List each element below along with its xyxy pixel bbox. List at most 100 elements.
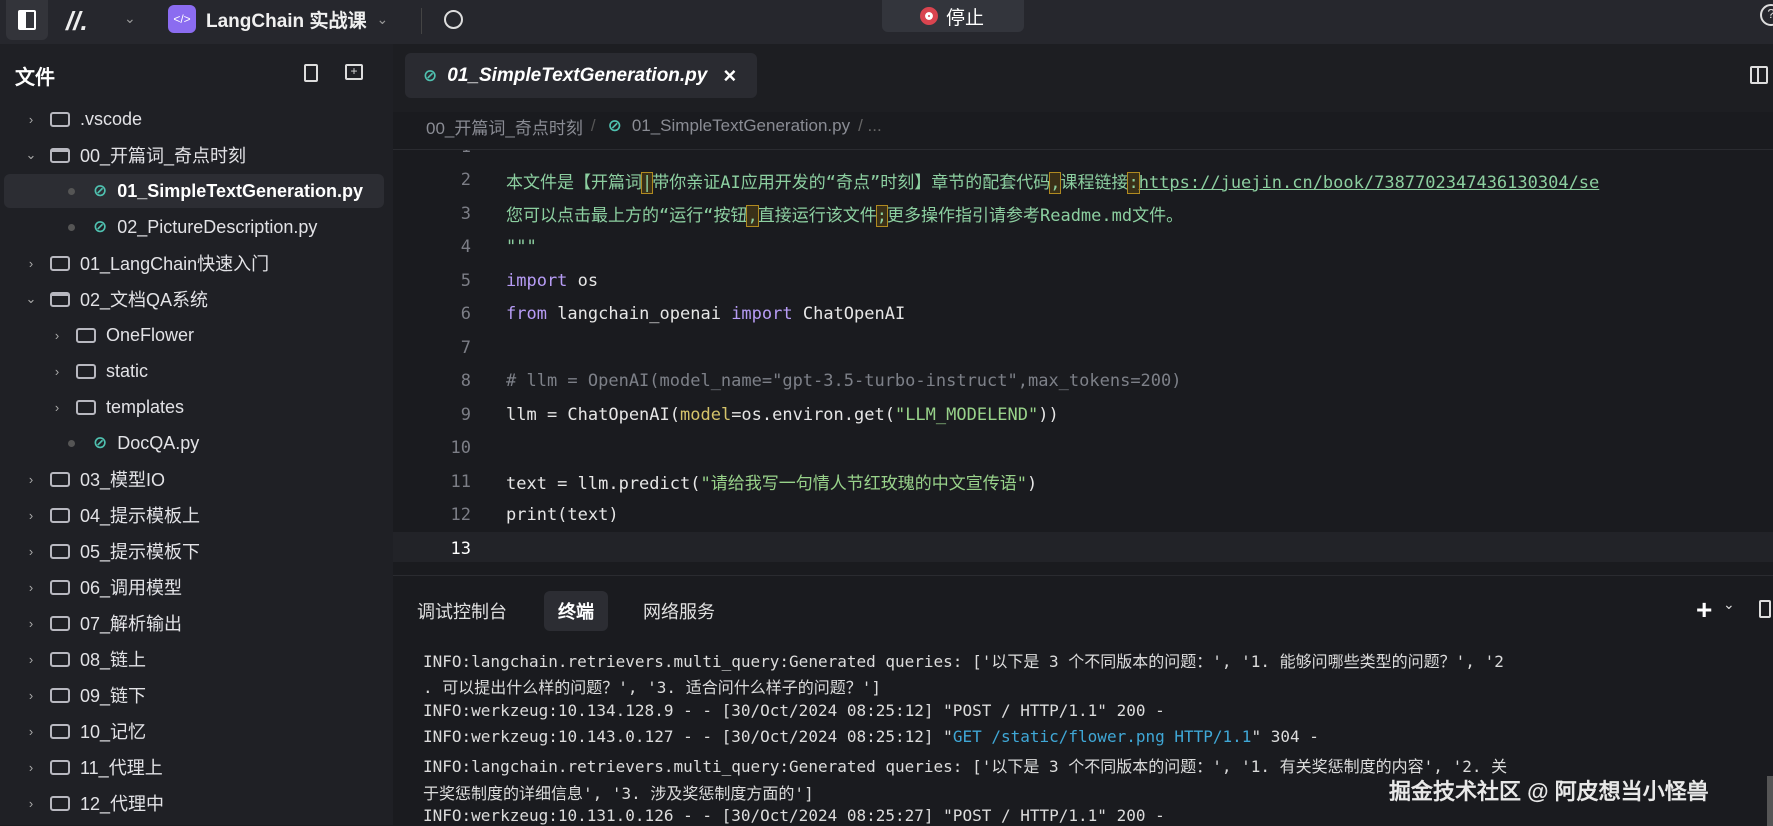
new-folder-icon[interactable]: + <box>345 64 363 80</box>
breadcrumb-more[interactable]: / ... <box>858 116 882 136</box>
line-number: 11 <box>450 471 471 492</box>
add-terminal-button[interactable]: + <box>1696 594 1712 626</box>
folder-icon <box>76 327 96 343</box>
tree-item[interactable]: › OneFlower <box>4 318 384 352</box>
terminal-line: INFO:werkzeug:10.131.0.126 - - [30/Oct/2… <box>423 806 1165 825</box>
tab-debug-console[interactable]: 调试控制台 <box>403 591 521 631</box>
chevron-right-icon: › <box>28 507 34 523</box>
code-line[interactable]: 3 您可以点击最上方的“运行“按钮,直接运行该文件;更多操作指引请参考Readme… <box>393 197 1773 230</box>
tree-item[interactable]: › .vscode <box>4 102 384 136</box>
tree-item[interactable]: › static <box>4 354 384 388</box>
tree-item[interactable]: › 09_链下 <box>4 678 384 712</box>
terminal-text: INFO:werkzeug:10.143.0.127 - - [30/Oct/2… <box>423 726 953 746</box>
close-icon[interactable]: × <box>723 63 736 89</box>
tree-item-label: 02_文档QA系统 <box>80 290 209 310</box>
tab-network-services[interactable]: 网络服务 <box>629 591 729 631</box>
code-text: from langchain_openai import ChatOpenAI <box>506 304 905 324</box>
tree-item[interactable]: › 03_模型IO <box>4 462 384 496</box>
code-line[interactable]: 13 <box>393 532 1773 562</box>
tree-item[interactable]: ⌄ 02_文档QA系统 <box>4 282 384 316</box>
code-token: model <box>680 404 732 425</box>
code-token: 更多操作指引请参考Readme.md文件。 <box>886 206 1184 226</box>
tree-item[interactable]: › 12_代理中 <box>4 786 384 820</box>
project-selector[interactable]: </> LangChain 实战课 ⌄ <box>168 5 388 33</box>
stop-button[interactable]: 停止 <box>882 0 1024 32</box>
tree-item[interactable]: › 08_链上 <box>4 642 384 676</box>
breadcrumb-file[interactable]: 01_SimpleTextGeneration.py <box>632 116 850 136</box>
tree-item-label: OneFlower <box>106 324 195 345</box>
code-area[interactable]: 12本文件是【开篇词|带你亲证AI应用开发的“奇点”时刻】章节的配套代码,课程链… <box>393 149 1773 562</box>
terminal-line: INFO:langchain.retrievers.multi_query:Ge… <box>423 753 1507 777</box>
terminal-text: GET /static/flower.png HTTP/1.1 <box>952 726 1252 746</box>
tree-item[interactable]: ⊘ 02_PictureDescription.py <box>4 210 384 244</box>
code-token: "请给我写一句情人节红玫瑰的中文宣传语" <box>700 474 1027 494</box>
code-line[interactable]: 5 import os <box>393 264 1773 297</box>
code-line[interactable]: 8 # llm = OpenAI(model_name="gpt-3.5-turb… <box>393 365 1773 398</box>
code-token[interactable]: https://juejin.cn/book/73877023474361303… <box>1139 173 1600 193</box>
tree-item[interactable]: ⊘ DocQA.py <box>4 426 384 460</box>
code-line[interactable]: 6 from langchain_openai import ChatOpenAI <box>393 298 1773 331</box>
code-line[interactable]: 9 llm = ChatOpenAI(model=os.environ.get("… <box>393 398 1773 431</box>
tree-item[interactable]: › 04_提示模板上 <box>4 498 384 532</box>
terminal-scrollbar[interactable] <box>1767 776 1773 826</box>
code-line[interactable]: 11 text = llm.predict("请给我写一句情人节红玫瑰的中文宣传语… <box>393 465 1773 498</box>
code-token: 带你亲证AI应用开发的“奇点”时刻】章节的配套代码 <box>652 172 1051 193</box>
code-token: langchain_openai <box>546 304 732 324</box>
tree-item-label: 04_提示模板上 <box>80 506 201 526</box>
logo-icon[interactable]: //. <box>66 6 88 37</box>
python-file-icon: ⊘ <box>93 433 108 452</box>
folder-icon <box>50 111 70 127</box>
stop-label: 停止 <box>946 7 985 29</box>
bottom-panel: 调试控制台 终端 网络服务 + ⌄ INFO:langchain.retriev… <box>393 575 1773 826</box>
chevron-right-icon: › <box>54 327 60 343</box>
tree-item[interactable]: › 07_解析输出 <box>4 606 384 640</box>
tree-item[interactable]: › 05_提示模板下 <box>4 534 384 568</box>
panel-layout-icon[interactable] <box>1759 600 1771 618</box>
terminal-text: INFO:langchain.retrievers.multi_query:Ge… <box>423 757 1508 777</box>
top-bar: //. ⌄ </> LangChain 实战课 ⌄ 停止 ? <box>0 0 1773 44</box>
line-number: 12 <box>450 505 471 525</box>
folder-icon <box>50 507 70 523</box>
terminal-line: INFO:werkzeug:10.143.0.127 - - [30/Oct/2… <box>423 727 1319 746</box>
code-icon: </> <box>168 5 196 33</box>
line-number: 9 <box>460 404 471 425</box>
chevron-right-icon: › <box>28 651 34 667</box>
new-file-icon[interactable] <box>304 64 318 82</box>
tab-terminal[interactable]: 终端 <box>544 591 608 631</box>
tree-item[interactable]: › templates <box>4 390 384 424</box>
tree-item-label: DocQA.py <box>117 432 200 453</box>
tree-item[interactable]: ⊘ 01_SimpleTextGeneration.py <box>4 174 384 208</box>
code-line[interactable]: 4 """ <box>393 231 1773 264</box>
line-number: 4 <box>460 237 471 257</box>
split-editor-icon[interactable] <box>1750 66 1768 84</box>
code-line[interactable]: 1 <box>393 150 1773 163</box>
terminal-text: INFO:langchain.retrievers.multi_query:Ge… <box>423 652 1504 671</box>
tree-item[interactable]: › 10_记忆 <box>4 714 384 748</box>
folder-icon <box>50 795 70 811</box>
tab-01-simple-text-generation[interactable]: ⊘ 01_SimpleTextGeneration.py × <box>405 53 757 98</box>
terminal-text: " 304 - <box>1251 726 1319 746</box>
code-line[interactable]: 10 <box>393 432 1773 465</box>
terminal-line: INFO:werkzeug:10.134.128.9 - - [30/Oct/2… <box>423 701 1165 720</box>
help-icon[interactable]: ? <box>1760 4 1773 26</box>
tree-item-label: 11_代理上 <box>80 758 163 778</box>
code-line[interactable]: 2 本文件是【开篇词|带你亲证AI应用开发的“奇点”时刻】章节的配套代码,课程链接… <box>393 164 1773 197</box>
code-line[interactable]: 12 print(text) <box>393 499 1773 532</box>
tree-item[interactable]: › 01_LangChain快速入门 <box>4 246 384 280</box>
file-status-dot <box>68 187 75 195</box>
folder-icon <box>50 615 70 631</box>
sidebar-toggle-button[interactable] <box>6 0 48 40</box>
tree-item[interactable]: › 11_代理上 <box>4 750 384 784</box>
code-text: 您可以点击最上方的“运行“按钮,直接运行该文件;更多操作指引请参考Readme.… <box>506 201 1184 227</box>
breadcrumb-folder[interactable]: 00_开篇词_奇点时刻 <box>426 114 583 139</box>
file-status-dot <box>68 439 75 447</box>
tree-item[interactable]: ⌄ 00_开篇词_奇点时刻 <box>4 138 384 172</box>
logo-chevron-down-icon[interactable]: ⌄ <box>124 10 136 27</box>
terminal-text: . 可以提出什么样的问题？', '3. 适合问什么样子的问题？'] <box>423 678 881 698</box>
chevron-down-icon[interactable]: ⌄ <box>1723 596 1735 613</box>
search-icon[interactable] <box>444 10 463 29</box>
tree-item-label: static <box>106 360 149 381</box>
tree-item[interactable]: › 06_调用模型 <box>4 570 384 604</box>
code-line[interactable]: 7 <box>393 331 1773 364</box>
tree-item-label: 03_模型IO <box>80 470 166 490</box>
